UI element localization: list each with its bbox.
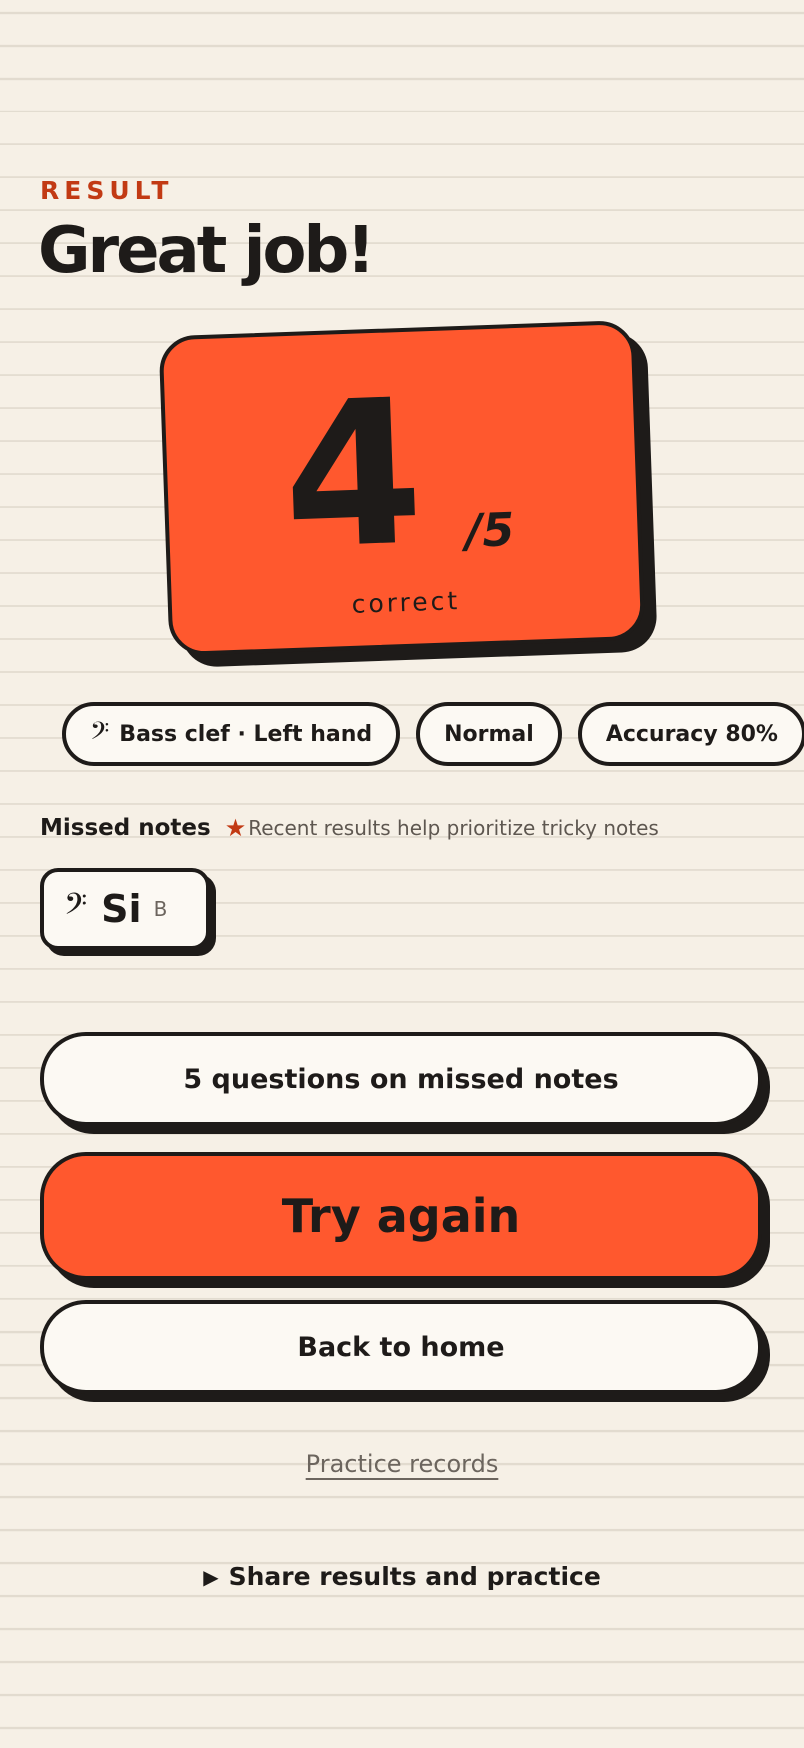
missed-note-card-face: 𝄢 Si B [40,868,210,950]
chip-difficulty-label: Normal [444,721,534,747]
missed-practice-button-wrap: 5 questions on missed notes [40,1032,770,1134]
share-button[interactable]: ▶ Share results and practice [0,1562,804,1591]
page-title: Great job! [38,214,375,288]
missed-note-letter: B [153,897,168,921]
share-label: Share results and practice [228,1562,601,1591]
try-again-button-wrap: Try again [40,1152,770,1288]
missed-notes-title: Missed notes [40,815,211,841]
missed-notes-header: Missed notes ★ Recent results help prior… [40,814,659,842]
chip-clef-hand-label: Bass clef · Left hand [119,721,373,747]
result-screen: RESULT Great job! 4 /5 correct 𝄢 Bass cl… [0,0,804,1748]
missed-note-name: Si [101,887,142,931]
star-icon: ★ [224,814,247,842]
chip-difficulty: Normal [416,702,562,766]
chip-accuracy: Accuracy 80% [577,702,804,766]
back-home-button-wrap: Back to home [40,1300,770,1402]
score-card-face: 4 /5 correct [158,319,646,657]
missed-note-card: 𝄢 Si B [40,868,216,956]
score-total: /5 [464,502,516,558]
practice-records-link[interactable]: Practice records [0,1450,804,1478]
bass-clef-icon: 𝄢 [90,716,110,752]
bass-clef-icon: 𝄢 [64,888,88,929]
back-home-button[interactable]: Back to home [40,1300,762,1394]
missed-practice-button[interactable]: 5 questions on missed notes [40,1032,762,1126]
try-again-button[interactable]: Try again [40,1152,762,1280]
missed-notes-hint: Recent results help prioritize tricky no… [248,816,659,840]
play-icon: ▶ [203,1564,219,1589]
score-correct-count: 4 [279,356,427,595]
score-card: 4 /5 correct [158,319,658,668]
chip-accuracy-label: Accuracy 80% [605,721,778,747]
chip-clef-hand: 𝄢 Bass clef · Left hand [62,702,401,766]
result-summary-chips: 𝄢 Bass clef · Left hand Normal Accuracy … [62,702,804,766]
result-eyebrow: RESULT [40,176,174,205]
